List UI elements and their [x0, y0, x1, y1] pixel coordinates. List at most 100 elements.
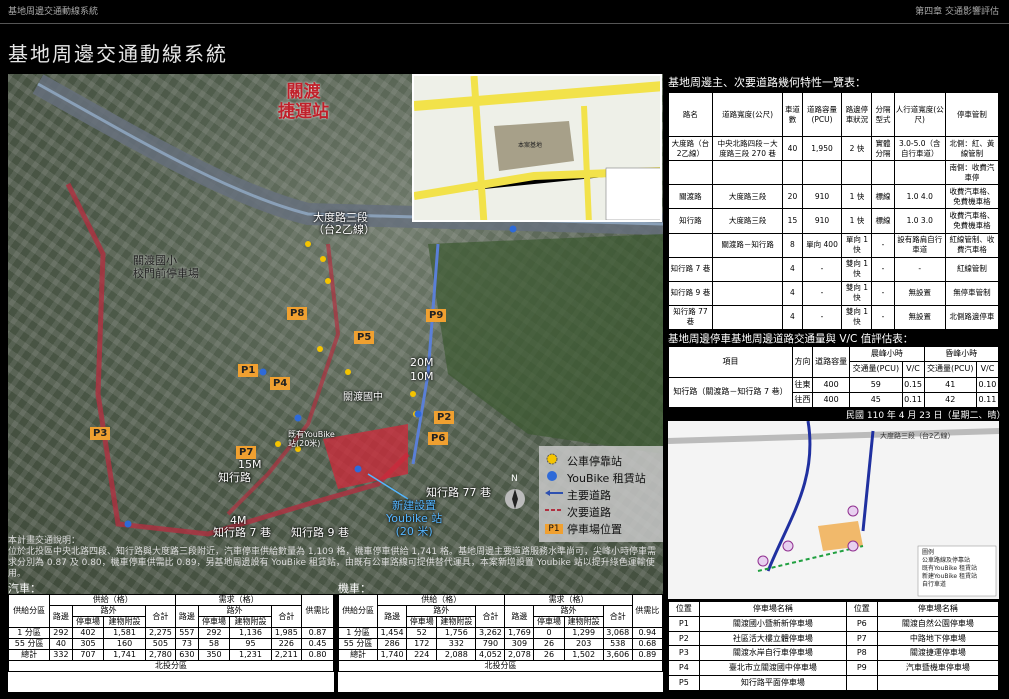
legend-label: YouBike 租賃站: [567, 471, 646, 485]
table-cell: -: [801, 256, 843, 282]
table-row: 知行路 大度路三段 15 910 1 快標線 1.0 3.0 收費汽車格、免費機車格: [668, 208, 1000, 234]
table-cell: 226: [270, 638, 303, 650]
table-cell: V/C: [975, 361, 1000, 378]
table-cell: 停車管制: [944, 92, 1000, 137]
col-header: 需求（格）: [175, 594, 303, 606]
guandu-middle-school-label: 關渡國中: [343, 392, 383, 403]
table-cell: 關渡路－知行路: [711, 232, 784, 258]
table-row: 知行路 77 巷 4- 雙向 1 快 - 無設置 北側路邊停車: [668, 304, 1000, 331]
table-cell: 3,606: [602, 649, 633, 661]
table-cell: P7: [845, 630, 878, 647]
table-cell: 20: [782, 184, 803, 210]
table-cell: 交通量(PCU): [849, 361, 903, 378]
col-header: 建物附設: [229, 616, 272, 628]
table-cell: 人行道寬度(公尺): [893, 92, 946, 137]
table-row: 知行路 7 巷 4- 雙向 1 快 - - 紅線管制: [668, 256, 1000, 282]
table-cell: 58: [197, 638, 231, 650]
table-cell: 1,231: [229, 649, 272, 661]
table-cell: 交通量(PCU): [923, 361, 977, 378]
table-cell: 總計: [7, 649, 51, 661]
table-cell: 1 快: [841, 208, 873, 234]
table-cell: [782, 160, 803, 186]
table-cell: 2,088: [436, 649, 477, 661]
table-cell: 0.15: [901, 376, 925, 393]
col-header: 供給（格）: [49, 594, 177, 606]
zone-label: 北投分區: [338, 660, 663, 672]
table-row: 總計 1,740 224 2,088 4,052 2,078 26 1,502 3,606 0.8…: [337, 649, 664, 661]
table-cell: 707: [71, 649, 105, 661]
table-row: 知行路（關渡路－知行路 7 巷） 往東 400 59 0.15 41 0.10: [668, 376, 1000, 408]
table-cell: 無設置: [893, 304, 946, 331]
school-parking-label: 關渡國小 校門前停車場: [133, 254, 199, 280]
table-cell: 道路容量(PCU): [801, 92, 843, 137]
table-cell: 1,740: [377, 649, 408, 661]
table-cell: 單向 400: [801, 232, 843, 258]
table-cell: [668, 232, 713, 258]
legend-label: 停車場位置: [567, 522, 622, 536]
table-cell: P6: [845, 615, 878, 632]
location-inset-map: 本案基地: [412, 74, 662, 222]
table-cell: 往東: [791, 376, 814, 393]
table-cell: 1,454: [377, 627, 408, 639]
col-header: 停車場: [197, 616, 231, 628]
car-parking-table: 汽車： 供給分區 供給（格） 需求（格） 供需比 路邊 路外 合計 路邊 路外 …: [7, 582, 334, 692]
table-cell: 1,985: [270, 627, 303, 639]
table-cell: 505: [144, 638, 177, 650]
table-cell: 0: [533, 627, 565, 639]
table-cell: 0.87: [301, 627, 334, 639]
col-header: 路邊: [504, 605, 535, 628]
table-cell: 1,756: [436, 627, 477, 639]
table-cell: 203: [563, 638, 604, 650]
table-cell: 關渡捷運停車場: [876, 645, 1000, 662]
youbike-icon: [545, 469, 563, 486]
table-cell: 45: [849, 391, 903, 409]
table-row: 55 分區 40 305 160 505 73 58 95 226 0.45: [7, 638, 334, 650]
parking-p3: P3: [90, 427, 111, 440]
table-cell: 1 分區: [7, 627, 51, 639]
col-header: 停車場: [71, 616, 105, 628]
table-cell: -: [871, 304, 895, 331]
minimap-road-label: 大度路三段（台2乙線）: [880, 432, 955, 440]
legend-item-youbike: YouBike 租賃站: [545, 469, 657, 486]
legend-item-bus-stop: 公車停靠站: [545, 452, 657, 469]
legend-item-main-road: 主要道路: [545, 486, 657, 503]
col-header: 供給分區: [337, 594, 379, 628]
table-cell: 59: [849, 376, 903, 393]
table-cell: 昏峰小時: [923, 345, 1000, 363]
table-cell: 630: [175, 649, 199, 661]
table-cell: 0.80: [301, 649, 334, 661]
table-row: 南側：收費汽車停: [668, 160, 1000, 186]
col-header: 供給分區: [7, 594, 51, 628]
table-cell: 總計: [337, 649, 379, 661]
new-youbike-label: 新建設置 Youbike 站 (20 米): [386, 499, 443, 538]
table-cell: 55 分區: [7, 638, 51, 650]
table-cell: 汽車暨機車停車場: [876, 660, 1000, 677]
table-cell: 332: [49, 649, 73, 661]
table-cell: 中央北路四段－大度路三段 270 巷: [711, 135, 784, 162]
table-cell: 292: [49, 627, 73, 639]
parking-list-table: 位置 停車場名稱 位置 停車場名稱 P1 關渡國小暨新新停車場 P6 關渡自然公園停車場 P…: [668, 601, 1000, 691]
north-arrow-icon: N: [504, 474, 526, 510]
col-header: 建物附設: [436, 616, 477, 628]
road-label-zhixing77: 知行路 77 巷: [426, 486, 491, 499]
table-cell: [711, 280, 784, 306]
table-cell: 單向 1 快: [841, 232, 873, 258]
inset-site-label: 本案基地: [518, 142, 543, 149]
table-cell: 1,502: [563, 649, 604, 661]
table-cell: 309: [504, 638, 535, 650]
table-cell: 26: [533, 649, 565, 661]
vc-table-title: 基地周邊停車基地周邊道路交通量與 V/C 值評估表：: [668, 333, 914, 345]
col-header: 合計: [270, 605, 303, 628]
table-cell: 40: [49, 638, 73, 650]
table-cell: 收費汽車格、免費機車格: [944, 184, 1000, 210]
table-cell: 大度路三段: [711, 184, 784, 210]
parking-p1: P1: [238, 364, 259, 377]
chapter-label: 基地周邊交通動線系統: [8, 7, 99, 17]
table-cell: 2,275: [144, 627, 177, 639]
table-row: P2 社區活大樓立體停車場 P7 中路地下停車場: [668, 630, 1000, 647]
table-cell: [845, 675, 878, 691]
table-cell: 557: [175, 627, 199, 639]
table-cell: 910: [801, 184, 843, 210]
moto-table-caption: 機車：: [338, 582, 371, 595]
table-cell: -: [801, 304, 843, 331]
